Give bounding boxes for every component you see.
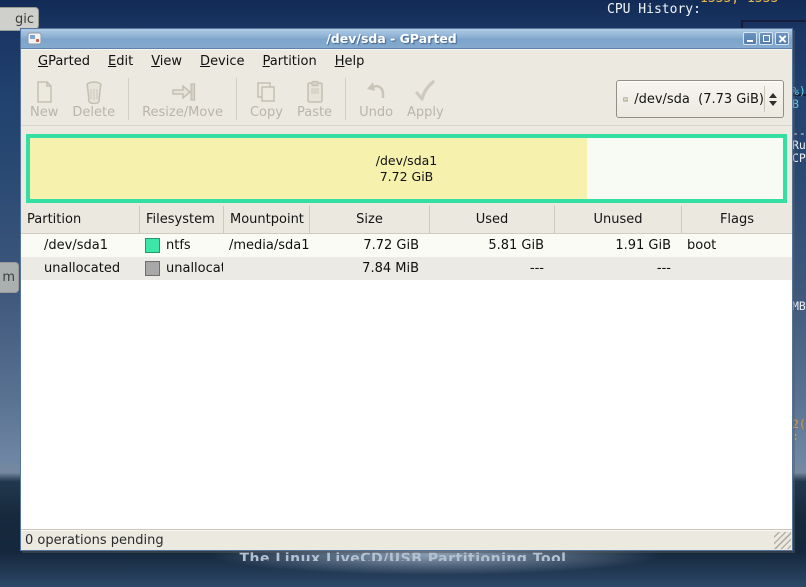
undo-button[interactable]: Undo: [352, 76, 400, 122]
unallocated-color-swatch: [145, 261, 160, 276]
spinner-arrows-icon: [764, 86, 777, 112]
gparted-icon: [27, 31, 42, 46]
tool-label: New: [30, 105, 58, 120]
desktop-caption: The Linux LiveCD/USB Partitioning Tool: [0, 551, 806, 561]
filesystem-label: unallocated: [166, 261, 223, 276]
partition-table-header: Partition Filesystem Mountpoint Size Use…: [21, 206, 792, 234]
close-button[interactable]: [775, 32, 789, 45]
cell-partition: /dev/sda1: [21, 234, 139, 257]
cell-flags: boot: [681, 234, 792, 257]
cell-size: 7.72 GiB: [309, 234, 429, 257]
partition-size: 7.72 GiB: [380, 169, 434, 185]
column-header-size: Size: [309, 206, 429, 233]
minimize-button[interactable]: [743, 32, 757, 45]
copy-icon: [254, 80, 278, 104]
column-header-unused: Unused: [554, 206, 681, 233]
ntfs-color-swatch: [145, 238, 160, 253]
column-header-flags: Flags: [681, 206, 792, 233]
column-header-mountpoint: Mountpoint: [223, 206, 309, 233]
new-partition-icon: [33, 80, 55, 104]
partition-name: /dev/sda1: [376, 153, 438, 169]
cell-used: 5.81 GiB: [429, 234, 554, 257]
maximize-button[interactable]: [759, 32, 773, 45]
menu-view[interactable]: View: [142, 51, 191, 72]
cell-mountpoint: /media/sda1: [223, 234, 309, 257]
tool-label: Undo: [359, 105, 393, 120]
clipped-monitor-line: 1333, 1333: [700, 0, 778, 6]
column-header-partition: Partition: [21, 206, 139, 233]
menu-partition[interactable]: Partition: [254, 51, 326, 72]
cell-flags: [681, 257, 792, 280]
toolbar: New Delete Resize/Move: [21, 73, 792, 126]
tool-label: Resize/Move: [142, 105, 223, 120]
cell-unused: 1.91 GiB: [554, 234, 681, 257]
toolbar-separator: [128, 78, 129, 120]
paste-button[interactable]: Paste: [290, 76, 339, 122]
partition-list-empty-area: [21, 280, 792, 529]
window-title: /dev/sda - GParted: [42, 31, 741, 46]
resize-grip[interactable]: [774, 532, 791, 549]
device-selector-value: /dev/sda (7.73 GiB): [634, 92, 764, 107]
menu-device[interactable]: Device: [191, 51, 253, 72]
monitor-fragment: CP: [792, 151, 806, 165]
menu-gparted[interactable]: GParted: [29, 51, 99, 72]
cpu-history-label: CPU History:: [607, 2, 701, 17]
new-button[interactable]: New: [23, 76, 65, 122]
menubar: GParted Edit View Device Partition Help: [21, 49, 792, 73]
tool-label: Paste: [297, 105, 332, 120]
tool-label: Copy: [250, 105, 283, 120]
cell-partition: unallocated: [21, 257, 139, 280]
background-window-tab-m[interactable]: m: [0, 262, 19, 293]
toolbar-separator: [345, 78, 346, 120]
desktop-background: 1333, 1333 CPU History: %) B -- Ru CP MB…: [0, 0, 806, 587]
monitor-fragment: Ru: [792, 138, 806, 152]
window-titlebar[interactable]: /dev/sda - GParted: [21, 29, 792, 49]
cell-size: 7.84 MiB: [309, 257, 429, 280]
monitor-fragment: :: [792, 429, 799, 443]
copy-button[interactable]: Copy: [243, 76, 290, 122]
cell-mountpoint: [223, 257, 309, 280]
column-header-filesystem: Filesystem: [139, 206, 223, 233]
apply-icon: [413, 80, 437, 104]
resize-move-icon: [170, 80, 196, 104]
paste-icon: [304, 80, 326, 104]
gparted-window: /dev/sda - GParted GParted Edit View Dev…: [20, 28, 793, 551]
device-selector[interactable]: /dev/sda (7.73 GiB): [616, 80, 784, 118]
tool-label: Apply: [407, 105, 444, 120]
undo-icon: [364, 80, 388, 104]
arrow-up-icon: [769, 93, 777, 98]
table-row-unallocated[interactable]: unallocated unallocated 7.84 MiB --- ---: [21, 257, 792, 280]
column-header-used: Used: [429, 206, 554, 233]
tool-label: Delete: [72, 105, 115, 120]
monitor-fragment: MB: [792, 299, 806, 313]
partition-bar-label: /dev/sda1 7.72 GiB: [30, 138, 783, 199]
operations-pending-text: 0 operations pending: [25, 533, 164, 548]
hard-disk-icon: [623, 92, 628, 107]
menu-edit[interactable]: Edit: [99, 51, 142, 72]
toolbar-separator: [236, 78, 237, 120]
resize-move-button[interactable]: Resize/Move: [135, 76, 230, 122]
monitor-fragment: %): [792, 84, 806, 98]
partition-bar[interactable]: /dev/sda1 7.72 GiB: [26, 134, 787, 203]
partition-graphic-panel: /dev/sda1 7.72 GiB: [21, 126, 792, 206]
cell-used: ---: [429, 257, 554, 280]
maximize-icon: [763, 35, 770, 42]
monitor-fragment: B: [792, 97, 799, 111]
cell-filesystem: unallocated: [139, 257, 223, 280]
menu-help[interactable]: Help: [326, 51, 374, 72]
table-row-sda1[interactable]: /dev/sda1 ntfs /media/sda1 7.72 GiB 5.81…: [21, 234, 792, 257]
delete-icon: [83, 80, 105, 104]
cell-filesystem: ntfs: [139, 234, 223, 257]
statusbar: 0 operations pending: [21, 529, 792, 550]
filesystem-label: ntfs: [166, 238, 191, 253]
apply-button[interactable]: Apply: [400, 76, 451, 122]
cell-unused: ---: [554, 257, 681, 280]
delete-button[interactable]: Delete: [65, 76, 122, 122]
arrow-down-icon: [769, 101, 777, 106]
minimize-icon: [747, 40, 753, 42]
